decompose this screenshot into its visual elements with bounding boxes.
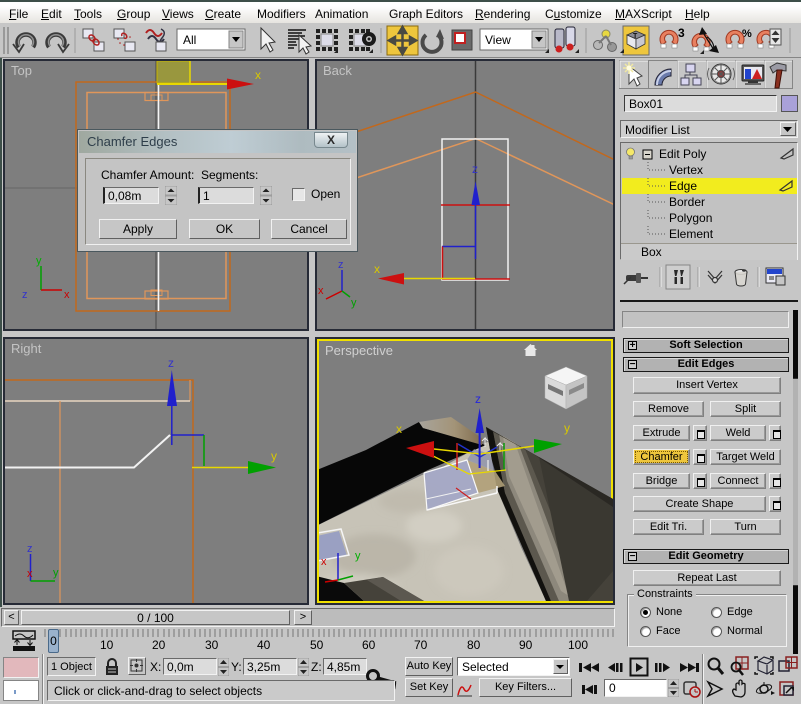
svg-text:T: T bbox=[633, 33, 638, 40]
svg-text:y: y bbox=[53, 567, 59, 579]
svg-text:y: y bbox=[564, 421, 570, 435]
svg-text:x: x bbox=[255, 68, 261, 82]
svg-text:3: 3 bbox=[678, 26, 685, 40]
svg-text:y: y bbox=[36, 255, 42, 267]
svg-text:z: z bbox=[475, 392, 481, 406]
svg-text:x: x bbox=[27, 568, 33, 580]
svg-text:y: y bbox=[271, 449, 277, 463]
svg-text:x: x bbox=[396, 422, 402, 436]
svg-text:y: y bbox=[351, 297, 357, 309]
svg-text:z: z bbox=[338, 259, 344, 271]
svg-text:%: % bbox=[742, 28, 752, 40]
svg-text:x: x bbox=[374, 262, 380, 276]
svg-text:View: View bbox=[485, 33, 511, 47]
svg-text:z: z bbox=[27, 543, 33, 555]
svg-text:z: z bbox=[168, 356, 174, 370]
svg-text:z: z bbox=[472, 162, 478, 176]
svg-text:x: x bbox=[318, 285, 324, 297]
svg-text:x: x bbox=[64, 289, 70, 301]
svg-text:All: All bbox=[183, 33, 196, 47]
svg-text:z: z bbox=[22, 289, 28, 301]
svg-text:x: x bbox=[321, 556, 327, 568]
svg-text:y: y bbox=[355, 550, 361, 562]
